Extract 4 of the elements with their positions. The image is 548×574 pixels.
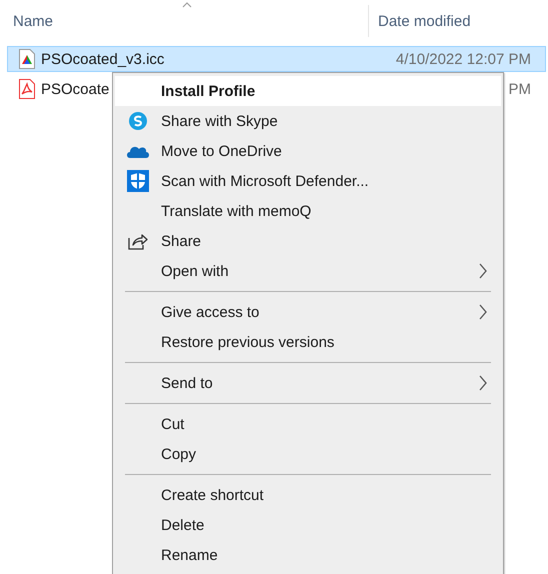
file-date: 4/10/2022 12:07 PM: [396, 50, 532, 68]
file-name: PSOcoated_v3.icc: [41, 50, 164, 68]
file-name: PSOcoate: [41, 80, 110, 98]
file-date: PM: [508, 80, 532, 98]
